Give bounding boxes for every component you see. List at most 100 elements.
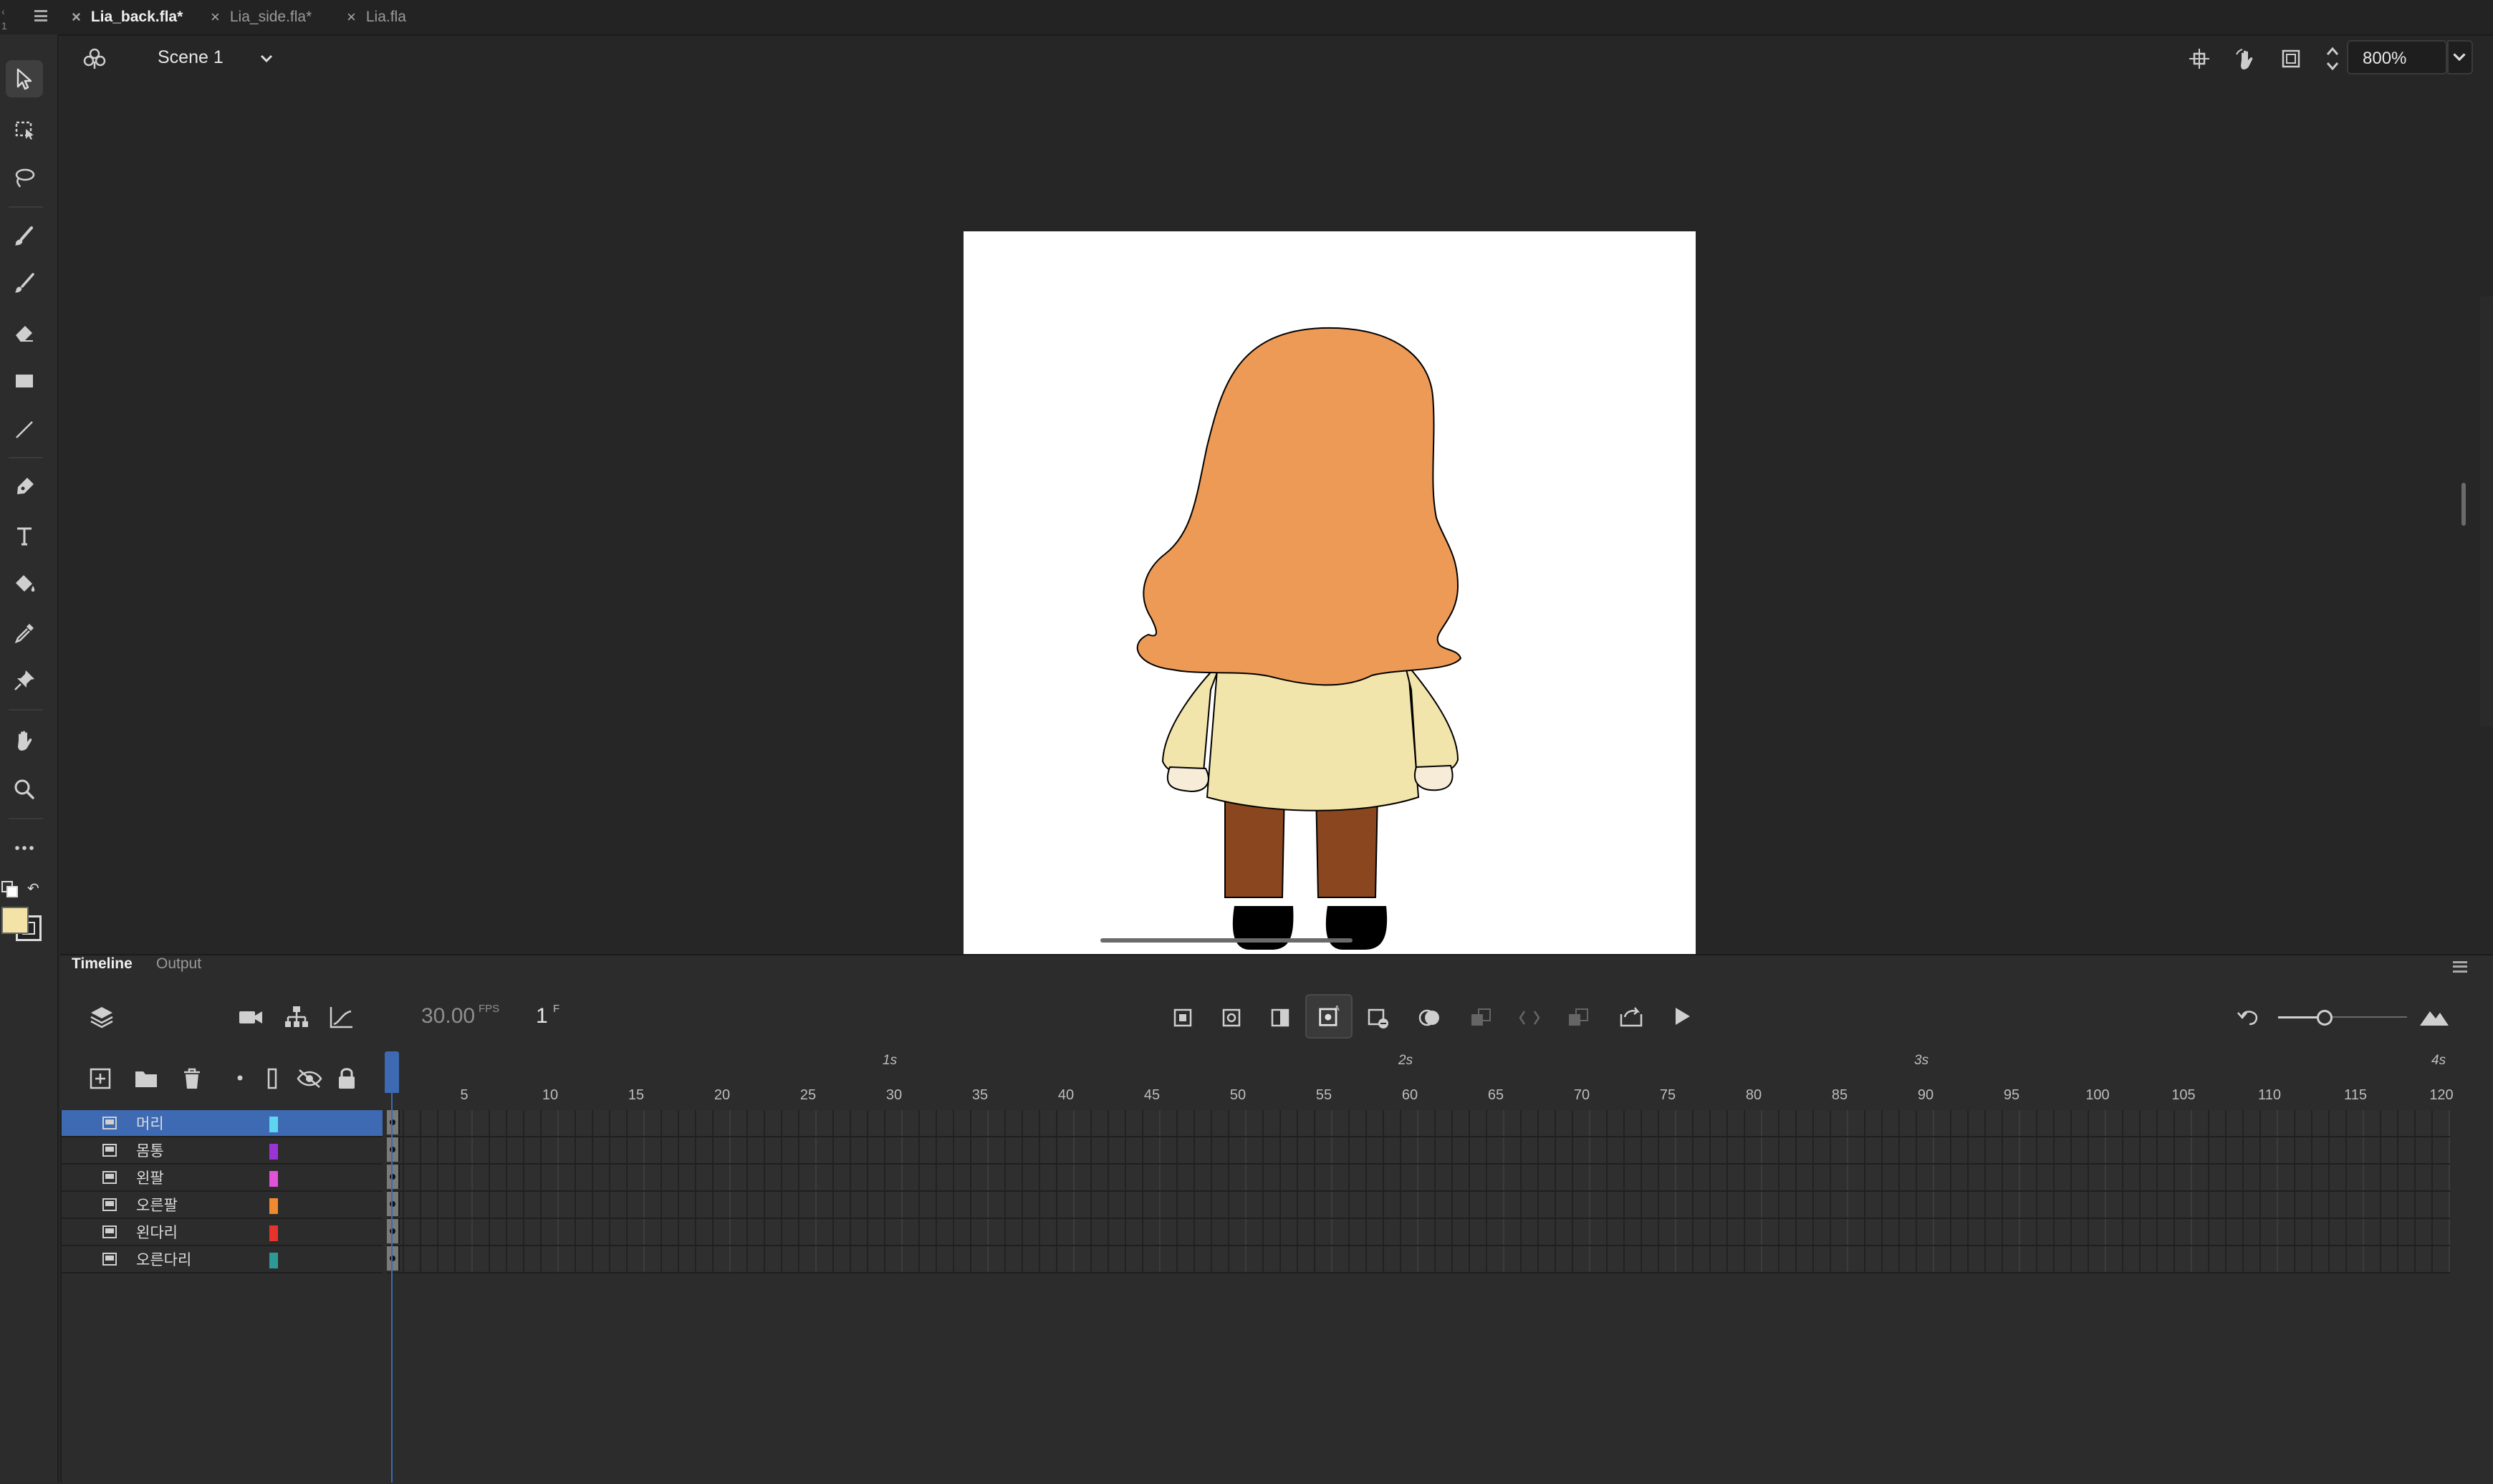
layer-row[interactable]: 오른팔 <box>62 1192 383 1219</box>
camera-icon[interactable] <box>236 1003 265 1031</box>
select-icon[interactable] <box>6 60 43 97</box>
rotate-stage-icon[interactable] <box>2234 47 2258 72</box>
snap-icon[interactable] <box>2188 47 2211 70</box>
keyframe-marker[interactable] <box>387 1192 400 1216</box>
paint-bucket-icon[interactable] <box>6 566 43 603</box>
ruler-number: 115 <box>2344 1087 2367 1103</box>
eyedropper-icon[interactable] <box>6 615 43 652</box>
tab-lia[interactable]: × Lia.fla <box>347 0 406 34</box>
slider-thumb[interactable] <box>2317 1010 2333 1026</box>
zoom-icon[interactable] <box>6 771 43 808</box>
stage-canvas[interactable] <box>964 231 1696 962</box>
default-colors-icon[interactable] <box>1 881 18 897</box>
zoom-field[interactable]: 800% <box>2347 40 2447 74</box>
right-panel-edge[interactable] <box>2480 297 2493 726</box>
layer-row[interactable]: 오른다리 <box>62 1246 383 1273</box>
frames-row[interactable] <box>387 1137 2450 1165</box>
panel-menu-icon[interactable] <box>2453 961 2467 973</box>
zoom-value: 800% <box>2363 49 2407 68</box>
frames-row[interactable] <box>387 1110 2450 1137</box>
more-icon[interactable] <box>6 829 43 867</box>
layer-color-swatch[interactable] <box>269 1225 278 1241</box>
tab-lia-side[interactable]: × Lia_side.fla* <box>211 0 312 34</box>
keyframe-marker[interactable] <box>387 1246 400 1271</box>
scene-icon[interactable] <box>82 46 107 72</box>
auto-keyframe-icon[interactable]: A <box>1305 994 1353 1039</box>
close-tab-icon[interactable]: × <box>347 8 356 26</box>
loop-icon[interactable] <box>1618 1004 1645 1030</box>
scene-selector[interactable]: Scene 1 <box>158 47 224 68</box>
frames-row[interactable] <box>387 1219 2450 1246</box>
zoom-stepper-icon[interactable] <box>2324 42 2341 76</box>
onion-skin-icon[interactable] <box>1417 1006 1443 1030</box>
graph-icon[interactable] <box>327 1003 355 1031</box>
layer-color-swatch[interactable] <box>269 1117 278 1132</box>
highlight-layer-icon[interactable] <box>235 1073 245 1083</box>
frames-row[interactable] <box>387 1165 2450 1192</box>
frames-row[interactable] <box>387 1192 2450 1219</box>
insert-keyframe-icon[interactable] <box>1171 1006 1195 1030</box>
close-tab-icon[interactable]: × <box>211 8 220 26</box>
brush-icon[interactable] <box>6 265 43 302</box>
tab-lia-back[interactable]: × Lia_back.fla* <box>72 0 183 34</box>
swap-colors-icon[interactable]: ↶ <box>27 881 43 897</box>
tab-output[interactable]: Output <box>156 955 201 973</box>
layer-parenting-icon[interactable] <box>282 1003 311 1031</box>
layer-row[interactable]: 몸통 <box>62 1137 383 1165</box>
layers-icon[interactable] <box>87 1003 116 1031</box>
stage-area[interactable] <box>60 82 2493 962</box>
paint-brush-icon[interactable] <box>6 218 43 255</box>
line-icon[interactable] <box>6 411 43 448</box>
fit-timeline-icon[interactable] <box>2418 1004 2450 1028</box>
fps-unit: FPS <box>479 1003 500 1015</box>
insert-blank-keyframe-icon[interactable] <box>1219 1006 1244 1030</box>
fill-color-swatch[interactable] <box>1 907 29 934</box>
eye-hidden-icon[interactable] <box>295 1067 324 1090</box>
chevron-down-icon[interactable] <box>258 50 275 67</box>
insert-frame-icon[interactable] <box>1268 1006 1292 1030</box>
text-icon[interactable] <box>6 517 43 554</box>
keyframe-marker[interactable] <box>387 1137 400 1162</box>
lock-icon[interactable] <box>335 1066 358 1092</box>
delete-icon[interactable] <box>179 1066 205 1092</box>
layer-color-swatch[interactable] <box>269 1253 278 1268</box>
new-layer-icon[interactable] <box>87 1066 113 1092</box>
panel-collapse-grip[interactable]: ‹ 1 <box>0 0 57 34</box>
layer-color-swatch[interactable] <box>269 1144 278 1160</box>
frame-ruler[interactable] <box>387 1051 2450 1112</box>
current-frame[interactable]: 1 <box>536 1004 548 1028</box>
eraser-icon[interactable] <box>6 314 43 351</box>
frames-row[interactable] <box>387 1246 2450 1273</box>
clip-content-icon[interactable] <box>2280 47 2302 70</box>
remove-frame-icon[interactable] <box>1365 1006 1390 1030</box>
layer-row[interactable]: 머리 <box>62 1110 383 1137</box>
chevron-down-icon[interactable] <box>2447 40 2473 74</box>
free-transform-icon[interactable] <box>6 110 43 148</box>
lasso-icon[interactable] <box>6 159 43 196</box>
undo-icon[interactable] <box>2235 1004 2262 1030</box>
keyframe-marker[interactable] <box>387 1219 400 1243</box>
vertical-scrollbar[interactable] <box>2461 483 2466 526</box>
layer-color-swatch[interactable] <box>269 1171 278 1187</box>
timeline-zoom-slider[interactable] <box>2278 1008 2407 1026</box>
rectangle-icon[interactable] <box>6 362 43 400</box>
outline-icon[interactable] <box>265 1067 279 1090</box>
fps-value[interactable]: 30.00 <box>421 1004 475 1028</box>
new-folder-icon[interactable] <box>133 1066 159 1092</box>
play-icon[interactable] <box>1669 1004 1694 1028</box>
ruler-number: 90 <box>1917 1087 1934 1103</box>
horizontal-scrollbar[interactable] <box>1100 938 1353 943</box>
playhead[interactable] <box>385 1051 399 1093</box>
character-drawing[interactable] <box>964 231 1696 962</box>
layer-color-swatch[interactable] <box>269 1198 278 1214</box>
layer-row[interactable]: 왼팔 <box>62 1165 383 1192</box>
pen-icon[interactable] <box>6 468 43 506</box>
tab-timeline[interactable]: Timeline <box>72 955 133 973</box>
hand-icon[interactable] <box>6 722 43 759</box>
keyframe-marker[interactable] <box>387 1165 400 1189</box>
pin-icon[interactable] <box>6 662 43 699</box>
layer-row[interactable]: 왼다리 <box>62 1219 383 1246</box>
keyframe-marker[interactable] <box>387 1110 400 1134</box>
menu-icon[interactable] <box>34 10 47 21</box>
close-tab-icon[interactable]: × <box>72 8 81 26</box>
